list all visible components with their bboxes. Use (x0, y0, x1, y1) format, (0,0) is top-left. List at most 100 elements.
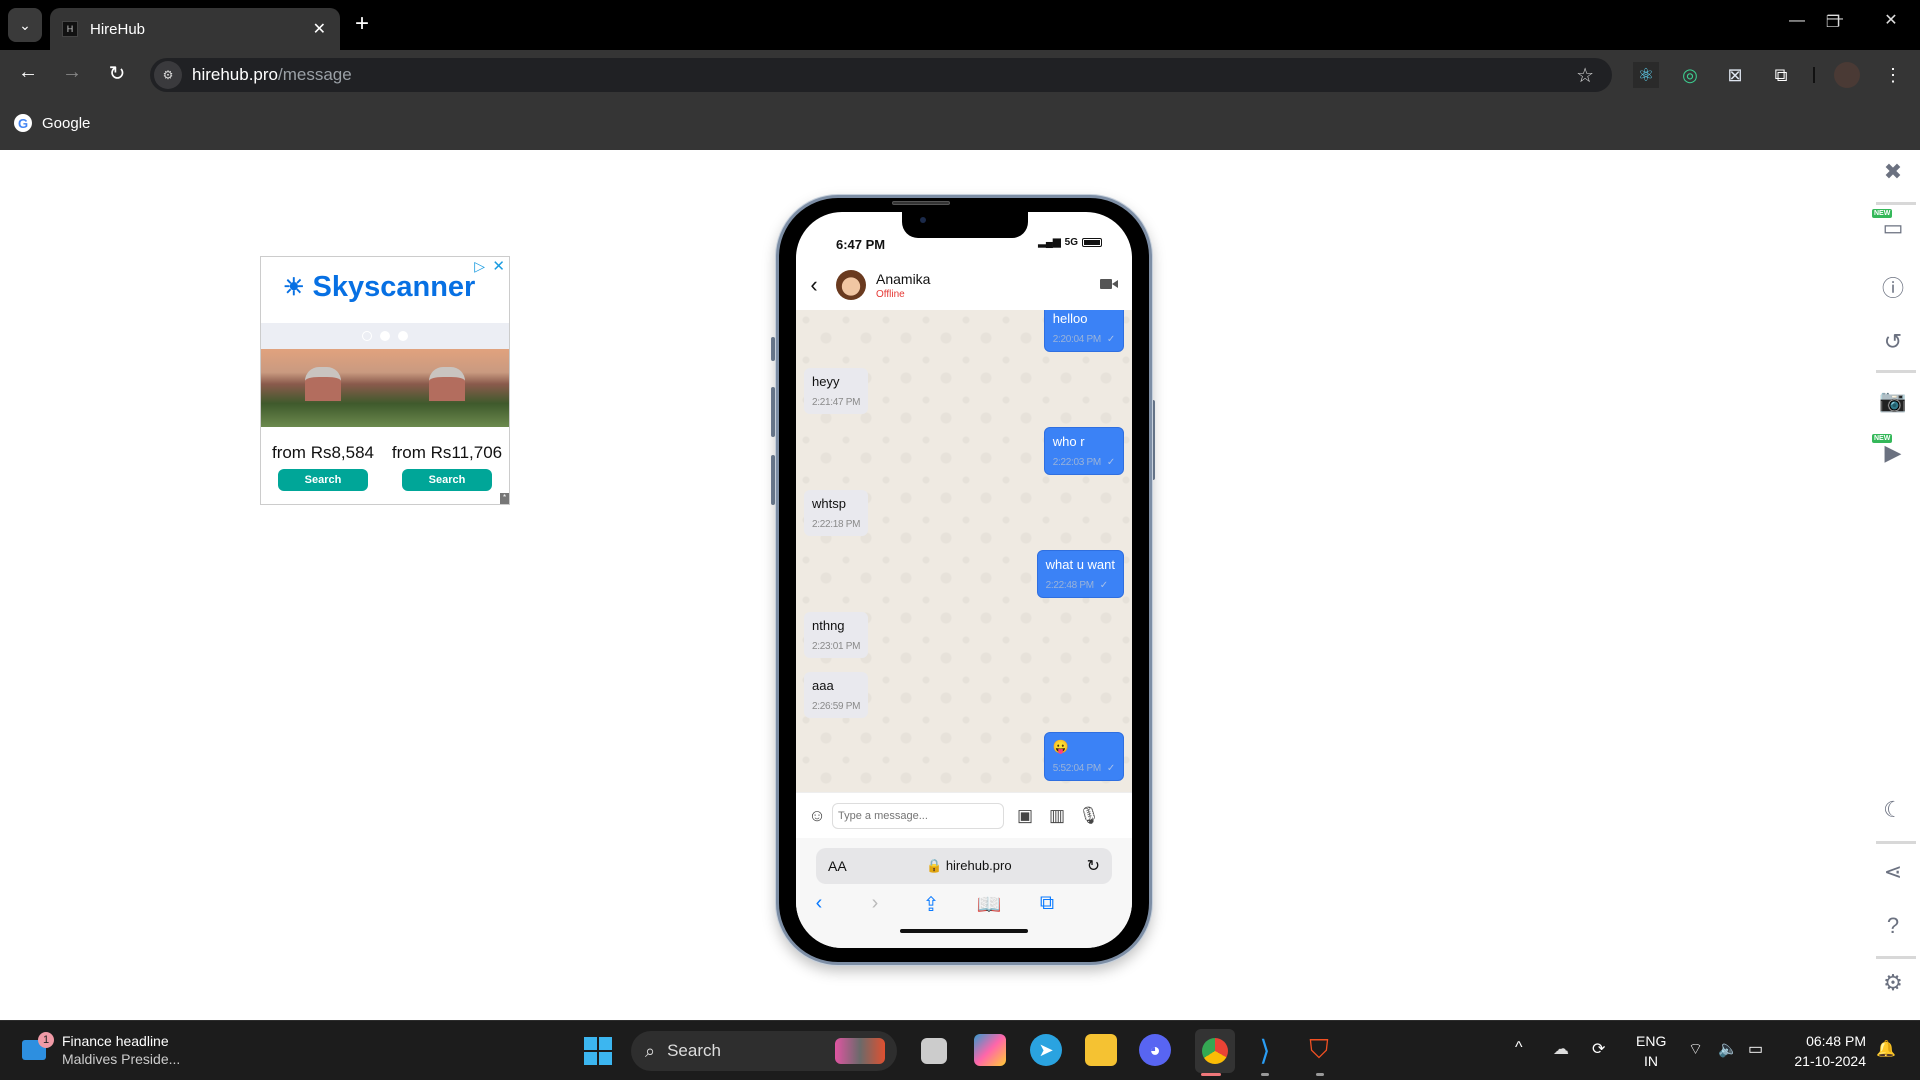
onedrive-icon[interactable]: ☁ (1553, 1039, 1569, 1059)
safari-address-bar[interactable]: AA 🔒 hirehub.pro ↻ (816, 848, 1112, 884)
active-app-indicator (1201, 1073, 1221, 1076)
extensions-puzzle-icon[interactable]: ⧉ (1768, 62, 1794, 88)
windows-start-button[interactable] (584, 1037, 612, 1065)
search-icon: ⌕ (645, 1040, 656, 1061)
destination-image[interactable] (261, 349, 385, 427)
restore-button[interactable]: ❐ (1813, 12, 1853, 32)
sync-icon[interactable]: ⟳ (1592, 1039, 1605, 1059)
address-bar[interactable]: ⚙ hirehub.pro/message ☆ (150, 58, 1612, 92)
ad-search-button[interactable]: Search (402, 469, 492, 491)
show-hidden-icons-chevron[interactable]: ^ (1515, 1039, 1523, 1057)
message-list[interactable]: helloo 2:20:04 PM ✓ heyy 2:21:47 PM who r 2:… (796, 310, 1132, 792)
safari-back-button[interactable]: ‹ (804, 892, 834, 915)
carousel-dot[interactable] (398, 331, 408, 341)
vscode-icon[interactable]: ⟩ (1249, 1034, 1281, 1066)
signal-icon: ▂▄▆ (1038, 237, 1061, 248)
extension-x-icon[interactable]: ⊠ (1722, 62, 1748, 88)
destination-image[interactable] (385, 349, 509, 427)
close-tab-button[interactable]: ✕ (313, 19, 326, 39)
message-bubble[interactable]: 😛 5:52:04 PM ✓ (1043, 732, 1124, 781)
news-widget[interactable]: 1 Finance headline Maldives Preside... (22, 1032, 180, 1067)
windows-taskbar: 1 Finance headline Maldives Preside... ⌕… (0, 1020, 1920, 1080)
safari-bookmarks-icon[interactable]: 📖 (974, 892, 1004, 917)
notification-bell-icon[interactable]: 🔔 (1876, 1039, 1896, 1059)
panel-divider (1876, 956, 1916, 959)
forward-button[interactable]: → (57, 61, 87, 84)
close-icon[interactable]: ✖ (1878, 157, 1908, 187)
copilot-icon[interactable] (974, 1034, 1006, 1066)
message-bubble[interactable]: what u want 2:22:48 PM ✓ (1036, 550, 1124, 598)
bookmark-google[interactable]: G Google (14, 114, 90, 132)
file-explorer-icon[interactable] (1085, 1034, 1117, 1066)
telegram-icon[interactable]: ➤ (1030, 1034, 1062, 1066)
message-bubble[interactable]: heyy 2:21:47 PM (804, 368, 869, 414)
skyscanner-ad[interactable]: ☀ Skyscanner ▷ ✕ from Rs8,584 from Rs11,7… (260, 256, 510, 505)
message-bubble[interactable]: helloo 2:20:04 PM ✓ (1043, 310, 1124, 352)
volume-icon[interactable]: 🔈 (1718, 1039, 1738, 1059)
close-window-button[interactable]: ✕ (1871, 10, 1911, 30)
brave-icon[interactable]: ⛉ (1303, 1034, 1335, 1066)
settings-icon[interactable]: ⚙ (1878, 968, 1908, 998)
share-icon[interactable]: ⋖ (1878, 857, 1908, 887)
toolbar-divider (1813, 67, 1815, 83)
minimize-button[interactable]: — (1777, 12, 1817, 30)
image-attach-icon[interactable]: ▣ (1014, 806, 1036, 826)
battery-icon[interactable]: ▭ (1748, 1039, 1763, 1059)
video-attach-icon[interactable]: ▥ (1046, 806, 1068, 826)
chat-back-button[interactable]: ‹ (800, 272, 828, 298)
safari-tabs-icon[interactable]: ⧉ (1032, 892, 1062, 915)
phone-mute-switch (771, 337, 775, 361)
ad-search-button[interactable]: Search (278, 469, 368, 491)
adchoices-icon[interactable]: ▷ (474, 258, 485, 275)
tab-search-button[interactable]: ⌄ (8, 8, 42, 42)
react-devtools-icon[interactable]: ⚛ (1633, 62, 1659, 88)
chevron-down-icon: ⌄ (19, 16, 31, 33)
panel-divider (1876, 841, 1916, 844)
safari-forward-button[interactable]: › (860, 892, 890, 915)
phone-volume-up (771, 387, 775, 437)
carousel-dot[interactable] (362, 331, 372, 341)
task-view-icon[interactable] (921, 1038, 947, 1064)
offer-price: from Rs11,706 (391, 443, 503, 462)
back-button[interactable]: ← (13, 61, 43, 84)
info-icon[interactable]: ⓘ (1878, 272, 1908, 302)
lock-icon: 🔒 (926, 858, 943, 873)
discord-icon[interactable]: ◕ (1139, 1034, 1171, 1066)
orbit-extension-icon[interactable]: ◎ (1677, 62, 1703, 88)
chrome-menu-button[interactable]: ⋮ (1880, 62, 1906, 88)
reader-settings-button[interactable]: AA (828, 858, 847, 874)
site-info-icon[interactable]: ⚙ (154, 61, 182, 89)
rotate-icon[interactable]: ↺ (1878, 327, 1908, 357)
message-bubble[interactable]: nthng 2:23:01 PM (804, 612, 869, 658)
carousel-dot[interactable] (380, 331, 390, 341)
microphone-icon[interactable]: 🎙 (1078, 806, 1100, 826)
taskbar-search[interactable]: ⌕ Search (631, 1031, 897, 1071)
chrome-taskbar-icon[interactable] (1195, 1029, 1235, 1073)
video-record-icon[interactable]: NEW ▶ (1872, 434, 1908, 468)
profile-avatar[interactable] (1834, 62, 1860, 88)
contact-avatar[interactable] (836, 270, 866, 300)
system-clock[interactable]: 06:48 PM 21-10-2024 (1786, 1031, 1866, 1071)
language-indicator[interactable]: ENG IN (1636, 1031, 1666, 1071)
message-input[interactable] (832, 802, 1004, 829)
new-tab-button[interactable]: + (355, 12, 369, 36)
safari-host: hirehub.pro (945, 858, 1012, 873)
help-icon[interactable]: ? (1878, 911, 1908, 941)
ad-close-icon[interactable]: ✕ (492, 257, 505, 275)
wifi-icon[interactable]: ⌔ (1688, 1039, 1703, 1059)
emoji-icon[interactable]: ☺ (806, 806, 828, 826)
message-bubble[interactable]: who r 2:22:03 PM ✓ (1043, 427, 1124, 475)
url-host: hirehub.pro (192, 65, 279, 84)
camera-icon[interactable]: 📷 (1878, 386, 1908, 416)
safari-reload-icon[interactable]: ↻ (1087, 856, 1100, 876)
dark-mode-icon[interactable]: ☾ (1878, 795, 1908, 825)
safari-share-icon[interactable]: ⇪ (916, 892, 946, 917)
tab-hirehub[interactable]: H HireHub ✕ (50, 8, 340, 50)
video-call-icon[interactable] (1100, 278, 1118, 290)
message-bubble[interactable]: aaa 2:26:59 PM (804, 672, 869, 718)
reload-button[interactable]: ↻ (102, 61, 132, 86)
ad-info-icon[interactable]: * (500, 493, 509, 504)
responsive-devices-icon[interactable]: NEW ▭ (1872, 209, 1908, 243)
bookmark-star-icon[interactable]: ☆ (1576, 63, 1594, 88)
message-bubble[interactable]: whtsp 2:22:18 PM (804, 490, 869, 536)
